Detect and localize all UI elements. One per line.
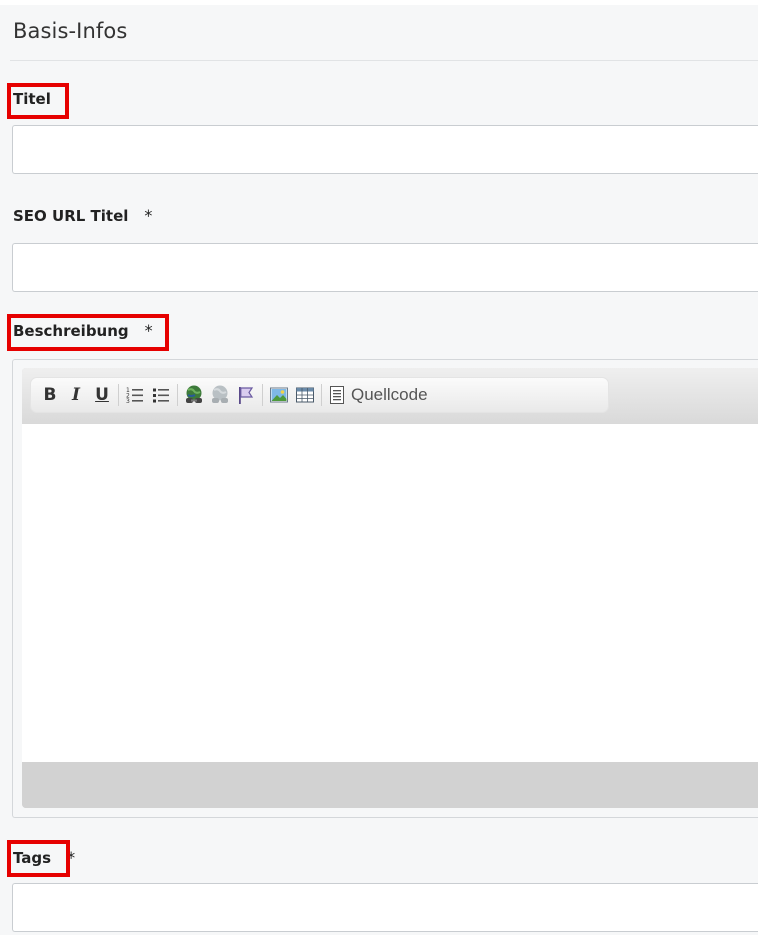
- bulleted-list-icon: [153, 388, 169, 403]
- seo-url-required-mark: *: [144, 206, 153, 225]
- table-icon: [296, 387, 314, 403]
- description-label-highlight: [7, 314, 169, 351]
- underline-icon: U: [95, 385, 109, 405]
- link-button[interactable]: [181, 382, 207, 408]
- toolbar-separator: [177, 384, 178, 406]
- table-button[interactable]: [292, 382, 318, 408]
- editor-toolbar: B I U 1 2 3 Quellcode: [31, 378, 608, 412]
- title-input[interactable]: [12, 125, 758, 174]
- seo-url-label: SEO URL Titel: [13, 206, 129, 225]
- toolbar-separator: [118, 384, 119, 406]
- underline-button[interactable]: U: [89, 382, 115, 408]
- seo-url-input[interactable]: [12, 243, 758, 292]
- numbered-list-button[interactable]: 1 2 3: [122, 382, 148, 408]
- toolbar-separator: [321, 384, 322, 406]
- numbered-list-icon: 1 2 3: [126, 387, 143, 404]
- bulleted-list-button[interactable]: [148, 382, 174, 408]
- anchor-button[interactable]: [233, 382, 259, 408]
- page: Basis-Infos Titel SEO URL Titel * Beschr…: [0, 0, 758, 935]
- editor-status-bar: [22, 762, 758, 808]
- toolbar-separator: [262, 384, 263, 406]
- source-document-icon: [330, 386, 344, 404]
- image-button[interactable]: [266, 382, 292, 408]
- title-label-highlight: [7, 83, 69, 119]
- image-icon: [270, 387, 288, 403]
- source-code-button[interactable]: Quellcode: [325, 382, 434, 408]
- unlink-icon: [212, 385, 228, 403]
- unlink-button[interactable]: [207, 382, 233, 408]
- link-icon: [186, 385, 202, 403]
- rich-text-editor: B I U 1 2 3 Quellcode: [22, 368, 758, 808]
- italic-icon: I: [72, 385, 80, 405]
- tags-input[interactable]: [12, 883, 758, 932]
- seo-url-label-row: SEO URL Titel *: [13, 206, 152, 225]
- tags-label-highlight: [7, 840, 70, 877]
- bold-button[interactable]: B: [37, 382, 63, 408]
- editor-content-area[interactable]: [22, 424, 758, 762]
- section-title: Basis-Infos: [13, 19, 128, 43]
- description-editor-frame: B I U 1 2 3 Quellcode: [12, 359, 758, 818]
- bold-icon: B: [43, 385, 57, 405]
- italic-button[interactable]: I: [63, 382, 89, 408]
- editor-toolbar-band: B I U 1 2 3 Quellcode: [22, 368, 758, 424]
- svg-text:3: 3: [126, 398, 130, 404]
- source-code-label: Quellcode: [351, 385, 428, 404]
- section-divider: [10, 60, 758, 61]
- flag-icon: [239, 387, 254, 404]
